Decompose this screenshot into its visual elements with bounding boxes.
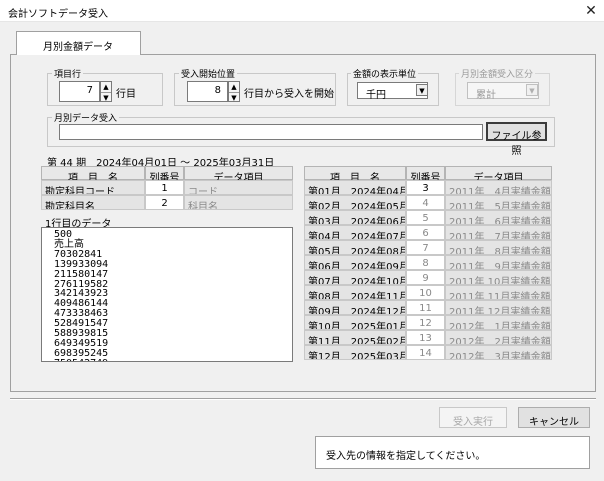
start-pos-spinner[interactable]: ▲ ▼ (228, 81, 240, 102)
start-pos-suffix: 行目から受入を開始 (244, 89, 334, 100)
right-row-name: 第06月 2024年09月 (304, 255, 406, 270)
right-row-item: 2011年 4月実績金額(残 (445, 180, 552, 195)
right-row-col[interactable]: 13 (406, 330, 445, 345)
right-row-name: 第02月 2024年05月 (304, 195, 406, 210)
right-row-name: 第11月 2025年02月 (304, 330, 406, 345)
chevron-down-icon[interactable]: ▼ (416, 84, 428, 96)
list-item: 750542749 (42, 358, 292, 361)
left-header-name: 項 目 名 (41, 166, 145, 184)
item-row-suffix: 行目 (116, 89, 136, 100)
window-title: 会計ソフトデータ受入 (8, 9, 108, 20)
right-row-item: 2011年 12月実績金額(残 (445, 300, 552, 315)
start-pos-input[interactable]: 8 (187, 81, 228, 102)
right-row-col[interactable]: 5 (406, 210, 445, 225)
right-header-col: 列番号 (406, 166, 445, 184)
right-row-col[interactable]: 8 (406, 255, 445, 270)
right-row-col[interactable]: 4 (406, 195, 445, 210)
start-pos-label: 受入開始位置 (179, 67, 238, 80)
spin-up-icon[interactable]: ▲ (101, 82, 111, 92)
right-row-item: 2012年 3月実績金額(残 (445, 345, 552, 360)
right-row-item: 2011年 5月実績金額(残 (445, 195, 552, 210)
browse-file-button[interactable]: ファイル参照 (486, 122, 547, 157)
chevron-down-icon[interactable]: ▼ (526, 84, 538, 96)
category-label: 月別金額受入区分 (459, 67, 536, 80)
right-row-name: 第01月 2024年04月 (304, 180, 406, 195)
right-row-item: 2012年 1月実績金額(残 (445, 315, 552, 330)
file-path-input[interactable] (59, 124, 483, 140)
left-row-name: 勘定科目コード (41, 180, 145, 195)
item-row-label: 項目行 (52, 67, 84, 80)
file-import-label: 月別データ受入 (52, 111, 120, 124)
right-row-item: 2011年 6月実績金額(残 (445, 210, 552, 225)
right-row-col[interactable]: 9 (406, 270, 445, 285)
item-row-input[interactable]: 7 (59, 81, 100, 102)
row-data-list[interactable]: 500 売上高 70302841 139933094 211580147 276… (41, 227, 293, 362)
right-row-name: 第03月 2024年06月 (304, 210, 406, 225)
spin-up-icon[interactable]: ▲ (229, 82, 239, 92)
right-row-col[interactable]: 12 (406, 315, 445, 330)
right-row-col[interactable]: 7 (406, 240, 445, 255)
right-row-item: 2011年 8月実績金額(残 (445, 240, 552, 255)
divider (10, 398, 596, 400)
left-row-name: 勘定科目名 (41, 195, 145, 210)
right-row-item: 2012年 2月実績金額(残 (445, 330, 552, 345)
right-row-name: 第12月 2025年03月 (304, 345, 406, 360)
status-message: 受入先の情報を指定してください。 (315, 436, 590, 469)
execute-import-button[interactable]: 受入実行 (439, 407, 507, 428)
right-row-name: 第08月 2024年11月 (304, 285, 406, 300)
cancel-button[interactable]: キャンセル (518, 407, 590, 428)
close-icon[interactable]: ✕ (582, 2, 600, 20)
left-row-col[interactable]: 2 (145, 195, 184, 210)
right-row-item: 2011年 10月実績金額(残 (445, 270, 552, 285)
right-row-name: 第04月 2024年07月 (304, 225, 406, 240)
right-row-item: 2011年 11月実績金額(残 (445, 285, 552, 300)
left-header-item: データ項目 (184, 166, 293, 184)
right-row-name: 第05月 2024年08月 (304, 240, 406, 255)
right-header-name: 項 目 名 (304, 166, 406, 184)
spin-down-icon[interactable]: ▼ (101, 92, 111, 103)
item-row-spinner[interactable]: ▲ ▼ (100, 81, 112, 102)
left-row-item: コード (184, 180, 293, 195)
right-row-name: 第07月 2024年10月 (304, 270, 406, 285)
tab-monthly-amount[interactable]: 月別金額データ (16, 31, 141, 55)
left-row-item: 科目名 (184, 195, 293, 210)
right-row-name: 第10月 2025年01月 (304, 315, 406, 330)
unit-label: 金額の表示単位 (351, 67, 419, 80)
right-row-col[interactable]: 14 (406, 345, 445, 360)
right-row-col[interactable]: 11 (406, 300, 445, 315)
right-row-name: 第09月 2024年12月 (304, 300, 406, 315)
right-row-col[interactable]: 10 (406, 285, 445, 300)
right-header-item: データ項目 (445, 166, 552, 184)
spin-down-icon[interactable]: ▼ (229, 92, 239, 103)
right-row-item: 2011年 7月実績金額(残 (445, 225, 552, 240)
right-row-col[interactable]: 6 (406, 225, 445, 240)
left-header-col: 列番号 (145, 166, 184, 184)
right-row-item: 2011年 9月実績金額(残 (445, 255, 552, 270)
left-row-col[interactable]: 1 (145, 180, 184, 195)
right-row-col[interactable]: 3 (406, 180, 445, 195)
